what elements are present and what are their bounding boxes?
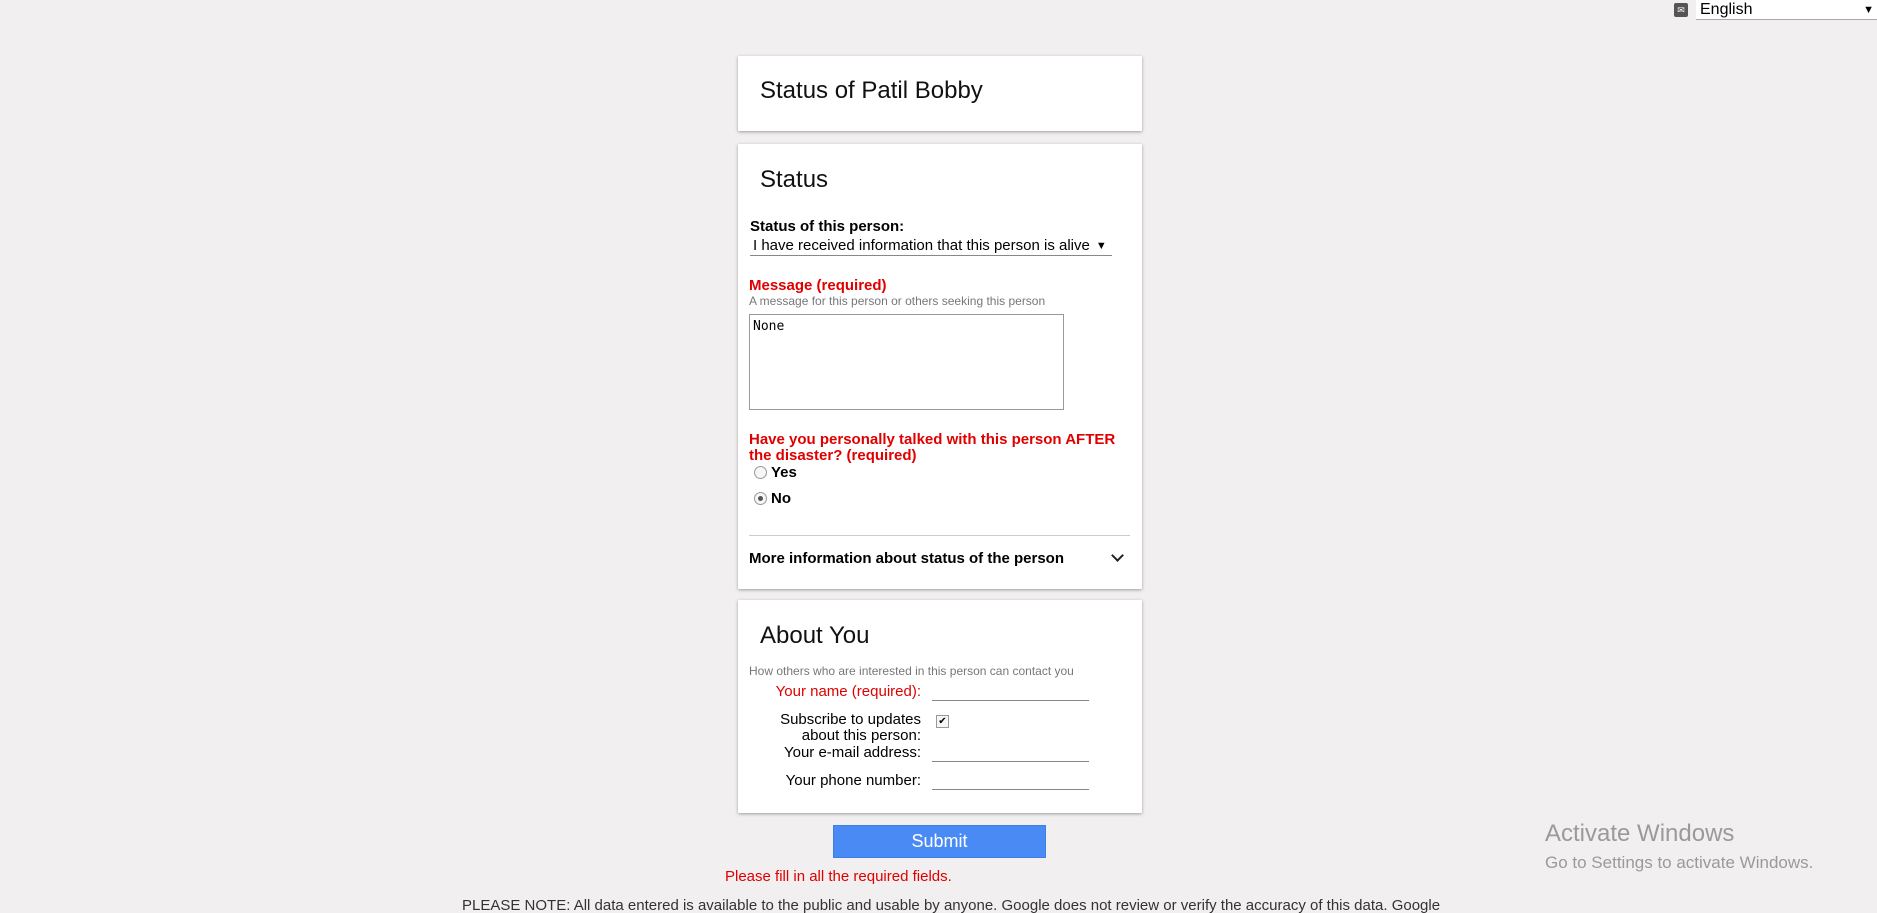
radio-yes-label: Yes (771, 464, 797, 481)
talked-question-line1: Have you personally talked with this per… (749, 431, 1116, 448)
phone-label: Your phone number: (785, 772, 921, 789)
name-label: Your name (required): (775, 683, 921, 700)
activate-windows-title: Activate Windows (1545, 820, 1735, 847)
status-select-value: I have received information that this pe… (753, 237, 1090, 254)
more-info-label: More information about status of the per… (749, 549, 1065, 567)
status-label: Status of this person: (750, 218, 905, 235)
more-info-toggle[interactable]: More information about status of the per… (749, 546, 1130, 570)
language-dropdown[interactable]: English ▼ (1696, 0, 1877, 20)
language-value: English (1700, 0, 1753, 18)
language-icon: ✉ (1674, 3, 1688, 17)
talked-question: Have you personally talked with this per… (749, 432, 1115, 464)
radio-yes[interactable] (754, 466, 767, 479)
person-header-card: Status of Patil Bobby (738, 56, 1142, 131)
language-selector[interactable]: ✉ English ▼ (1674, 0, 1877, 20)
subscribe-checkbox[interactable]: ✔ (936, 715, 949, 728)
radio-option-yes[interactable]: Yes (754, 464, 797, 481)
chevron-down-icon[interactable] (1111, 549, 1124, 562)
subscribe-label: Subscribe to updates about this person: (780, 712, 921, 744)
about-section-title: About You (760, 622, 870, 649)
subscribe-label-line1: Subscribe to updates (780, 711, 921, 728)
email-input[interactable] (932, 744, 1089, 762)
message-label: Message (required) (749, 277, 887, 294)
talked-question-line2: the disaster? (required) (749, 447, 917, 464)
status-card: Status Status of this person: I have rec… (738, 144, 1142, 589)
dropdown-arrow-icon: ▼ (1095, 239, 1107, 252)
error-message: Please fill in all the required fields. (725, 868, 952, 885)
radio-option-no[interactable]: No (754, 490, 791, 507)
name-input[interactable] (932, 683, 1089, 701)
radio-no-label: No (771, 490, 791, 507)
radio-no[interactable] (754, 492, 767, 505)
dropdown-arrow-icon: ▼ (1863, 3, 1874, 16)
page-title: Status of Patil Bobby (760, 77, 983, 104)
status-select[interactable]: I have received information that this pe… (750, 236, 1112, 256)
message-help-text: A message for this person or others seek… (749, 294, 1046, 308)
about-help-text: How others who are interested in this pe… (749, 664, 1074, 678)
subscribe-label-line2: about this person: (801, 727, 921, 744)
activate-windows-subtitle: Go to Settings to activate Windows. (1545, 853, 1814, 872)
submit-button[interactable]: Submit (833, 825, 1046, 858)
divider (749, 535, 1130, 536)
phone-input[interactable] (932, 772, 1089, 790)
email-label: Your e-mail address: (783, 744, 921, 761)
about-you-card: About You How others who are interested … (738, 600, 1142, 813)
public-data-note: PLEASE NOTE: All data entered is availab… (462, 897, 1441, 913)
status-section-title: Status (760, 166, 829, 193)
message-textarea[interactable]: None (749, 314, 1064, 410)
